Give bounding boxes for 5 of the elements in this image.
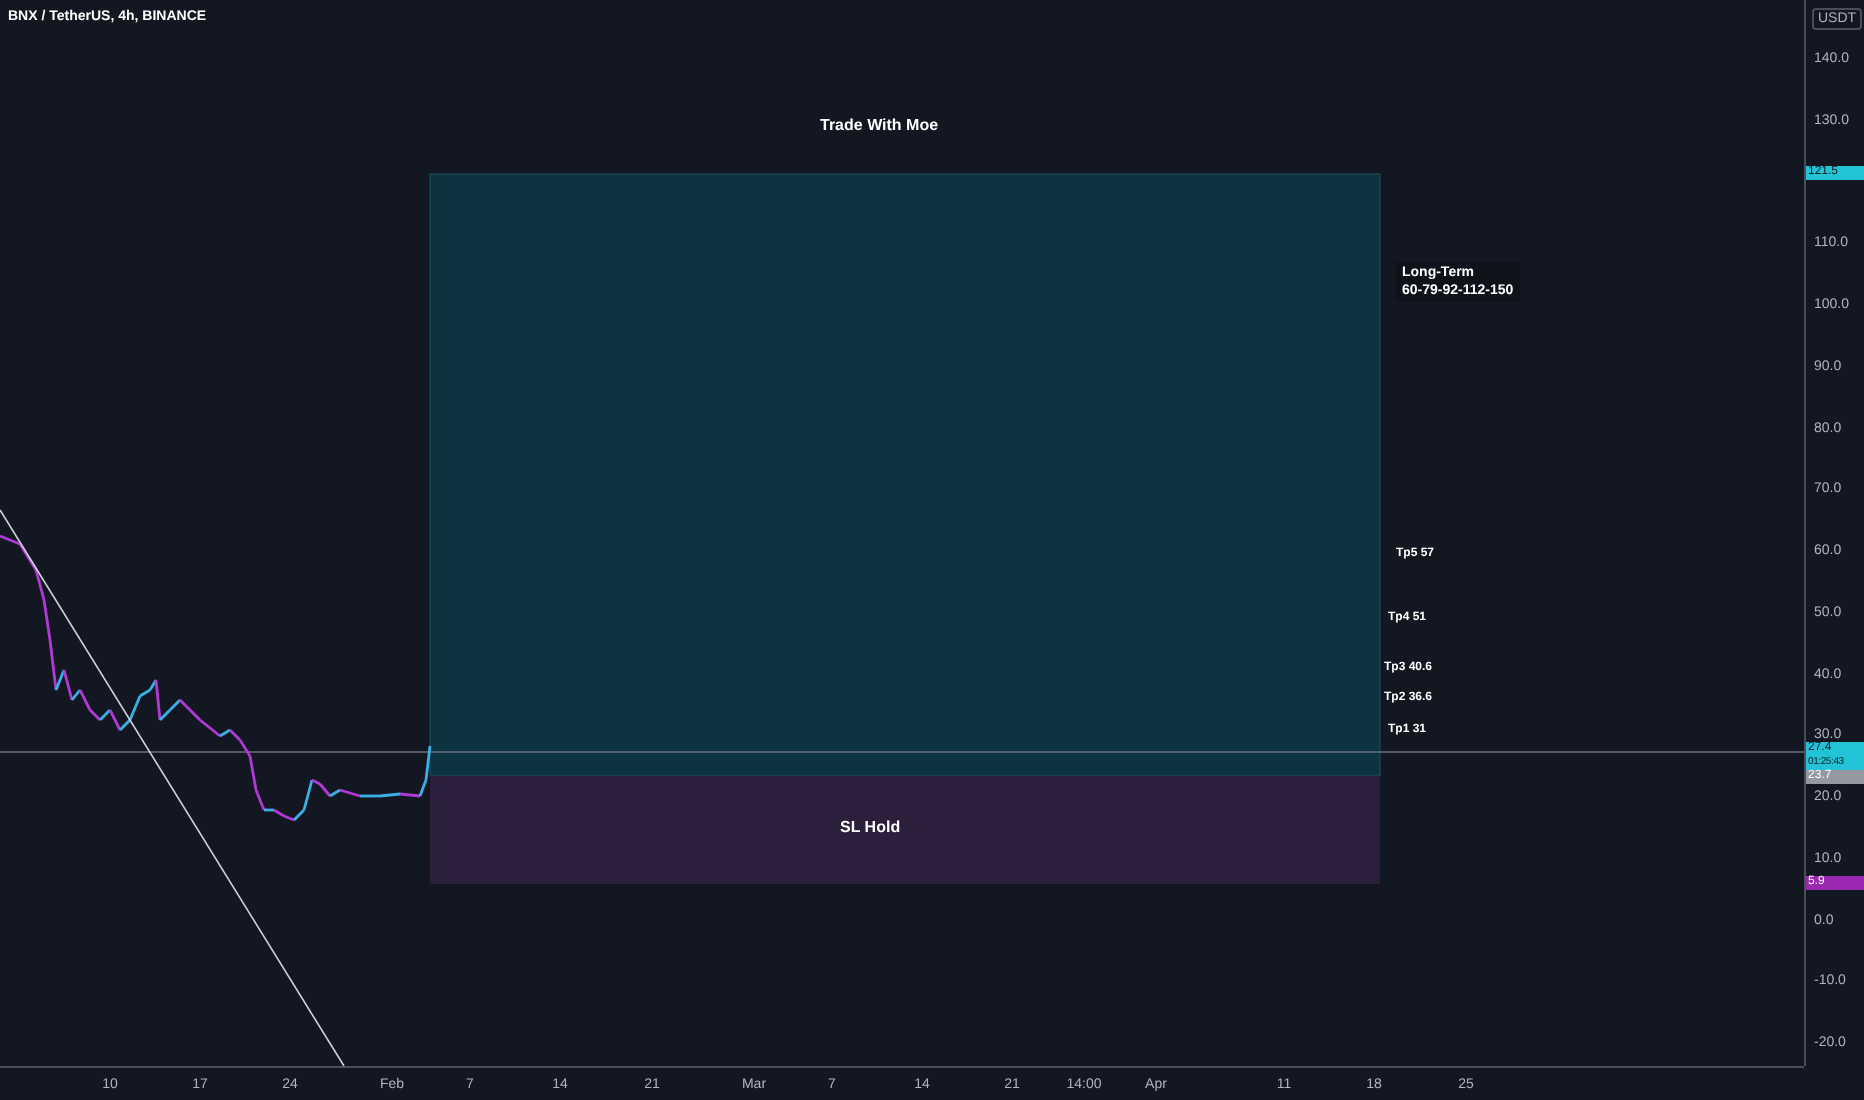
stop-loss-zone[interactable] <box>430 776 1380 884</box>
trend-line[interactable] <box>0 509 345 1066</box>
profit-zone[interactable] <box>429 173 1381 777</box>
stop-loss-label: SL Hold <box>840 818 901 836</box>
chart-title: Trade With Moe <box>820 116 939 134</box>
